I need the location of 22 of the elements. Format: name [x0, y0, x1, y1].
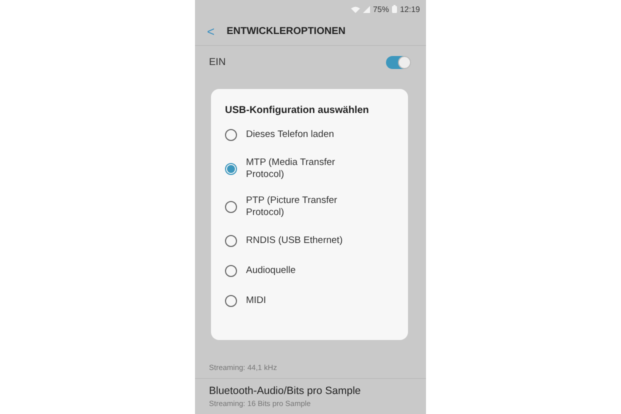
- switch-label: EIN: [209, 56, 226, 68]
- option-label[interactable]: Dieses Telefon laden: [246, 129, 356, 141]
- option-label[interactable]: MTP (Media Transfer Protocol): [246, 157, 356, 181]
- battery-icon: [392, 5, 397, 13]
- option-label[interactable]: RNDIS (USB Ethernet): [246, 235, 356, 247]
- screen-title: ENTWICKLEROPTIONEN: [226, 26, 346, 37]
- radio-button[interactable]: [225, 129, 237, 141]
- toggle-switch[interactable]: [386, 56, 410, 68]
- option-label[interactable]: PTP (Picture Transfer Protocol): [246, 195, 356, 219]
- radio-button[interactable]: [225, 265, 237, 277]
- option-label[interactable]: MIDI: [246, 295, 356, 307]
- battery-percentage: 75%: [372, 4, 389, 14]
- radio-button[interactable]: [225, 295, 237, 307]
- clock: 12:19: [400, 4, 420, 14]
- signal-icon: [362, 6, 370, 12]
- radio-button[interactable]: [225, 201, 237, 213]
- option-label[interactable]: Audioquelle: [246, 265, 356, 277]
- radio-button[interactable]: [225, 163, 237, 175]
- setting-title[interactable]: Bluetooth-Audio/Bits pro Sample: [209, 385, 412, 397]
- dialog-title: USB-Konfiguration auswählen: [225, 105, 370, 116]
- wifi-icon: [350, 6, 360, 12]
- radio-button[interactable]: [225, 235, 237, 247]
